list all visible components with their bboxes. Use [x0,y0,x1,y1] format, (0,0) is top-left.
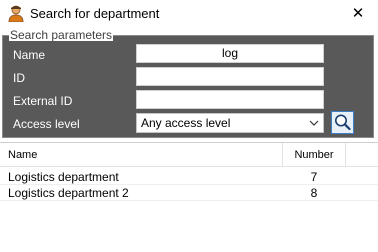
name-field[interactable]: log [136,44,324,63]
name-label: Name [13,48,46,62]
title-bar: Search for department ✕ [0,0,378,28]
results-table: Name Number Logistics department 7 Logis… [0,142,378,252]
table-row[interactable]: Logistics department 2 8 [0,185,378,201]
row-name: Logistics department [8,170,119,184]
magnifier-icon [335,114,351,131]
chevron-down-icon [309,120,319,126]
search-button[interactable] [331,111,354,134]
row-number: 7 [310,170,318,184]
access-level-select[interactable]: Any access level [136,113,324,133]
user-icon [8,5,24,22]
close-button[interactable]: ✕ [344,2,372,26]
id-field[interactable] [136,67,324,86]
row-name: Logistics department 2 [8,186,129,200]
window-title: Search for department [30,6,160,21]
id-label: ID [13,71,25,85]
external-id-field[interactable] [136,90,324,109]
column-header-name[interactable]: Name [8,149,37,161]
column-header-number[interactable]: Number [282,143,346,167]
row-number: 8 [310,186,318,200]
table-header: Name Number [0,143,378,167]
search-parameters-legend: Search parameters [9,28,114,42]
close-icon: ✕ [351,5,365,22]
access-level-label: Access level [13,117,80,131]
table-row[interactable]: Logistics department 7 [0,169,378,185]
access-level-value: Any access level [141,116,231,130]
external-id-label: External ID [13,94,73,108]
